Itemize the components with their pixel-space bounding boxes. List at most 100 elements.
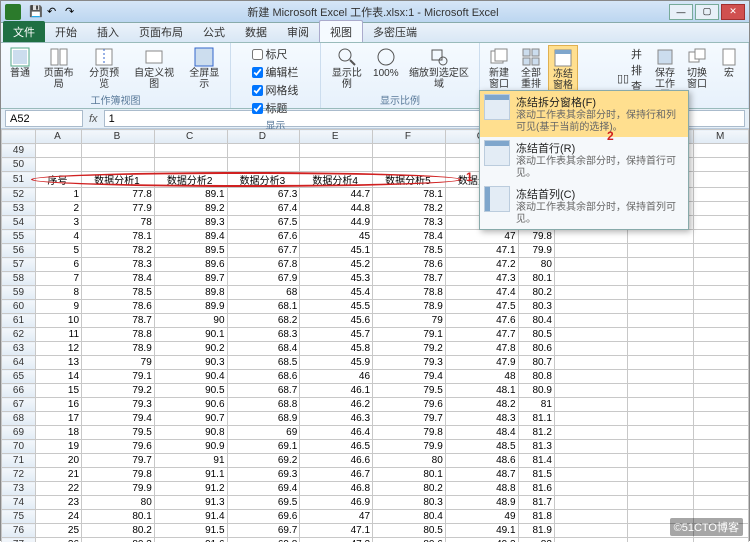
cell[interactable]: 79.8: [518, 230, 554, 244]
cell[interactable]: [694, 328, 749, 342]
col-header[interactable]: A: [35, 130, 81, 144]
cell[interactable]: 13: [35, 356, 81, 370]
undo-icon[interactable]: ↶: [47, 5, 61, 19]
cell[interactable]: 14: [35, 370, 81, 384]
cell[interactable]: 79.6: [373, 398, 446, 412]
cell[interactable]: 69.1: [227, 440, 300, 454]
cell[interactable]: 78.7: [82, 314, 155, 328]
cell[interactable]: [627, 342, 694, 356]
cell[interactable]: 81.6: [518, 482, 554, 496]
cell[interactable]: 79: [373, 314, 446, 328]
cell[interactable]: 69.3: [227, 468, 300, 482]
cell[interactable]: 90.5: [154, 384, 227, 398]
cell[interactable]: [554, 412, 627, 426]
cell[interactable]: 6: [35, 258, 81, 272]
tab-view[interactable]: 视图: [319, 20, 363, 42]
cell[interactable]: [554, 258, 627, 272]
cell[interactable]: [554, 482, 627, 496]
cell[interactable]: 80.3: [373, 496, 446, 510]
cell[interactable]: [627, 412, 694, 426]
cell[interactable]: 68.4: [227, 342, 300, 356]
pagelayout-view-button[interactable]: 页面布局: [37, 45, 80, 92]
cell[interactable]: 69.7: [227, 524, 300, 538]
row-header[interactable]: 77: [2, 538, 36, 542]
cell[interactable]: 89.2: [154, 202, 227, 216]
cell[interactable]: [554, 286, 627, 300]
cell[interactable]: 78.9: [373, 300, 446, 314]
row-header[interactable]: 63: [2, 342, 36, 356]
cell[interactable]: 78.6: [373, 258, 446, 272]
cell[interactable]: [694, 202, 749, 216]
cell[interactable]: 48: [445, 370, 518, 384]
col-header[interactable]: C: [154, 130, 227, 144]
cell[interactable]: [627, 440, 694, 454]
cell[interactable]: 78.6: [82, 300, 155, 314]
cell[interactable]: 12: [35, 342, 81, 356]
normal-view-button[interactable]: 普通: [5, 45, 35, 92]
cell[interactable]: 80.8: [518, 370, 554, 384]
row-header[interactable]: 61: [2, 314, 36, 328]
row-header[interactable]: 50: [2, 158, 36, 172]
cell[interactable]: 81.4: [518, 454, 554, 468]
cell[interactable]: [694, 482, 749, 496]
cell[interactable]: 78.8: [82, 328, 155, 342]
cell[interactable]: [694, 300, 749, 314]
cell[interactable]: 89.8: [154, 286, 227, 300]
cell[interactable]: [694, 538, 749, 542]
freeze-top-row-option[interactable]: 冻结首行(R)滚动工作表其余部分时，保持首行可见。: [480, 137, 688, 183]
cell[interactable]: 46.5: [300, 440, 373, 454]
cell[interactable]: 81.9: [518, 524, 554, 538]
cell[interactable]: [554, 510, 627, 524]
cell[interactable]: [554, 398, 627, 412]
cell[interactable]: [694, 398, 749, 412]
cell[interactable]: [82, 144, 155, 158]
cell[interactable]: 68.9: [227, 412, 300, 426]
row-header[interactable]: 69: [2, 426, 36, 440]
cell[interactable]: 47.2: [300, 538, 373, 542]
cell[interactable]: 80: [518, 258, 554, 272]
row-header[interactable]: 57: [2, 258, 36, 272]
cell[interactable]: [694, 258, 749, 272]
cell[interactable]: [554, 538, 627, 542]
cell[interactable]: 79.8: [82, 468, 155, 482]
cell[interactable]: 79.1: [82, 370, 155, 384]
cell[interactable]: 81.8: [518, 510, 554, 524]
cell[interactable]: 78.9: [82, 342, 155, 356]
cell[interactable]: 89.9: [154, 300, 227, 314]
cell[interactable]: 47.5: [445, 300, 518, 314]
cell[interactable]: 79.9: [82, 482, 155, 496]
cell[interactable]: [35, 158, 81, 172]
col-header[interactable]: D: [227, 130, 300, 144]
cell[interactable]: [554, 314, 627, 328]
cell[interactable]: [554, 468, 627, 482]
cell[interactable]: [694, 454, 749, 468]
cell[interactable]: 8: [35, 286, 81, 300]
cell[interactable]: 7: [35, 272, 81, 286]
redo-icon[interactable]: ↷: [65, 5, 79, 19]
cell[interactable]: 90.6: [154, 398, 227, 412]
cell[interactable]: 80.9: [518, 384, 554, 398]
cell[interactable]: 69.4: [227, 482, 300, 496]
cell[interactable]: 78.5: [82, 286, 155, 300]
cell[interactable]: 67.5: [227, 216, 300, 230]
cell[interactable]: 78.1: [82, 230, 155, 244]
cell[interactable]: 90.4: [154, 370, 227, 384]
cell[interactable]: 48.2: [445, 398, 518, 412]
row-header[interactable]: 56: [2, 244, 36, 258]
cell[interactable]: [373, 144, 446, 158]
cell[interactable]: 91.4: [154, 510, 227, 524]
col-header[interactable]: F: [373, 130, 446, 144]
cell[interactable]: [694, 286, 749, 300]
fx-icon[interactable]: fx: [89, 113, 98, 125]
cell[interactable]: 69.6: [227, 510, 300, 524]
cell[interactable]: [694, 356, 749, 370]
col-header[interactable]: [2, 130, 36, 144]
cell[interactable]: 67.7: [227, 244, 300, 258]
row-header[interactable]: 75: [2, 510, 36, 524]
cell[interactable]: 45.2: [300, 258, 373, 272]
cell[interactable]: 80.2: [518, 286, 554, 300]
cell[interactable]: 11: [35, 328, 81, 342]
row-header[interactable]: 51: [2, 172, 36, 188]
cell[interactable]: 78.2: [82, 244, 155, 258]
tab-file[interactable]: 文件: [3, 21, 45, 42]
